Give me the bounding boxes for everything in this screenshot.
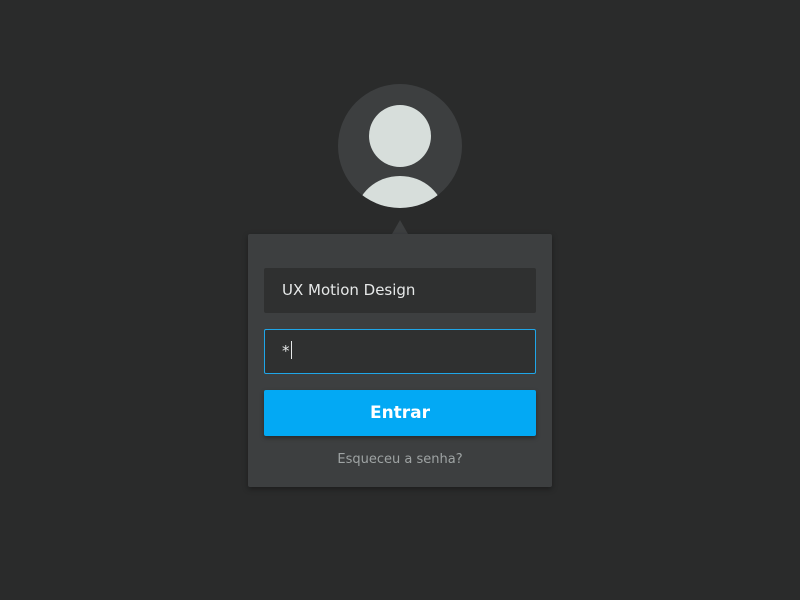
password-value: * (282, 342, 290, 360)
login-button[interactable]: Entrar (264, 390, 536, 436)
username-input[interactable]: UX Motion Design (264, 268, 536, 313)
avatar-body (356, 176, 444, 208)
text-caret (290, 341, 292, 359)
avatar-head (369, 105, 431, 167)
password-input[interactable]: * (264, 329, 536, 374)
login-screen: UX Motion Design * Entrar Esqueceu a sen… (0, 0, 800, 600)
forgot-password-link[interactable]: Esqueceu a senha? (248, 452, 552, 467)
user-avatar-icon (338, 84, 462, 208)
card-pointer (392, 220, 408, 234)
username-value: UX Motion Design (282, 281, 416, 299)
login-card: UX Motion Design * Entrar Esqueceu a sen… (248, 234, 552, 487)
